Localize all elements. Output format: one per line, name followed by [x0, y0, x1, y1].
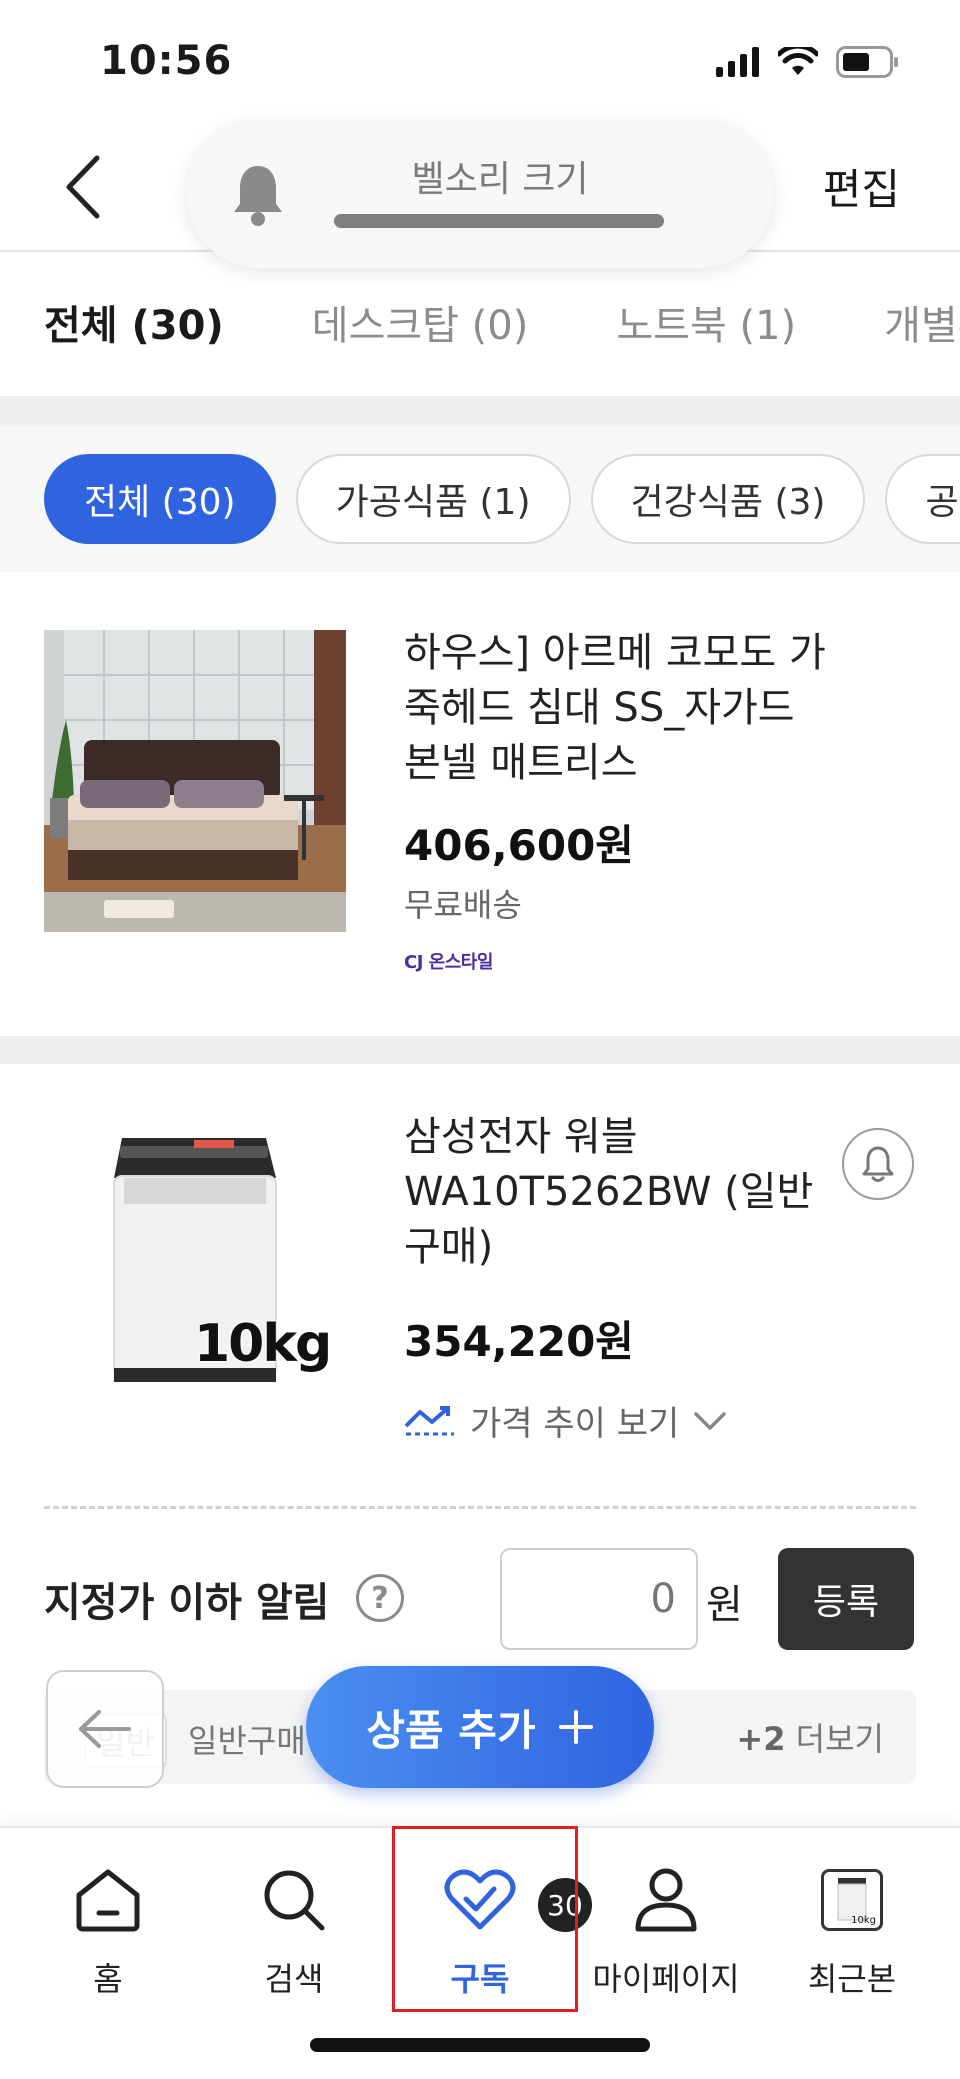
battery-icon — [836, 46, 898, 78]
shipping-info: 무료배송 — [404, 886, 522, 924]
tab-individual[interactable]: 개별부 — [884, 293, 960, 351]
seller-logo: CJ 온스타일 — [404, 952, 493, 973]
chip-health-food[interactable]: 건강식품 (3) — [590, 454, 866, 544]
product-card[interactable]: 하우스] 아르메 코모도 가죽헤드 침대 SS_자가드 본넬 매트리스 406,… — [0, 572, 960, 1036]
status-bar: 10:56 — [0, 0, 960, 120]
floating-back-button[interactable] — [46, 1670, 164, 1788]
status-time: 10:56 — [100, 38, 233, 84]
nav-recent-label: 최근본 — [807, 1960, 897, 1998]
ringer-volume-hud: 벨소리 크기 — [186, 120, 774, 268]
more-options-link[interactable]: +2 더보기 — [736, 1714, 884, 1760]
capacity-caption: 10kg — [194, 1314, 332, 1374]
nav-search[interactable]: 검색 — [204, 1848, 384, 2018]
nav-recent[interactable]: 10kg 최근본 — [762, 1848, 942, 2018]
nav-search-label: 검색 — [264, 1960, 324, 1998]
chevron-down-icon — [694, 1411, 727, 1430]
home-indicator[interactable] — [310, 2038, 650, 2052]
back-button[interactable] — [48, 144, 118, 230]
edit-button[interactable]: 편집 — [823, 156, 900, 217]
chip-all[interactable]: 전체 (30) — [44, 454, 276, 544]
more-count: +2 — [736, 1720, 786, 1758]
product-image[interactable] — [44, 630, 346, 932]
add-product-button[interactable]: 상품 추가 — [306, 1666, 654, 1788]
price-trend-icon — [404, 1405, 454, 1435]
chevron-left-icon — [66, 155, 100, 219]
chip-processed-food[interactable]: 가공식품 (1) — [295, 454, 571, 544]
bell-icon — [862, 1146, 894, 1182]
person-icon — [635, 1868, 697, 1932]
section-divider — [0, 1036, 960, 1064]
filter-chips: 전체 (30) 가공식품 (1) 건강식품 (3) 공유 — [0, 426, 960, 572]
more-label: 더보기 — [795, 1720, 884, 1758]
add-product-label: 상품 추가 — [366, 1705, 536, 1755]
nav-mypage-label: 마이페이지 — [592, 1960, 740, 1998]
recent-product-icon: 10kg — [821, 1869, 883, 1931]
plus-icon — [558, 1710, 593, 1744]
tab-desktop[interactable]: 데스크탑 (0) — [312, 293, 529, 351]
nav-home[interactable]: 홈 — [18, 1848, 198, 2018]
section-divider — [0, 396, 960, 426]
arrow-left-icon — [79, 1710, 131, 1748]
search-icon — [264, 1870, 325, 1931]
ringer-volume-bar — [334, 214, 664, 228]
option-text: 일반구매 — [188, 1722, 306, 1760]
nav-home-label: 홈 — [93, 1960, 123, 1998]
header: 편집 벨소리 크기 — [0, 120, 960, 268]
nav-mypage[interactable]: 마이페이지 — [576, 1848, 756, 2018]
home-icon — [76, 1869, 140, 1932]
bed-image — [44, 630, 346, 932]
product-price: 406,600원 — [404, 821, 634, 870]
product-title[interactable]: 하우스] 아르메 코모도 가죽헤드 침대 SS_자가드 본넬 매트리스 — [404, 626, 844, 791]
ringer-volume-label: 벨소리 크기 — [411, 159, 589, 200]
price-trend-label: 가격 추이 보기 — [470, 1404, 680, 1444]
chip-more[interactable]: 공유 — [885, 454, 960, 544]
help-icon[interactable]: ? — [356, 1574, 404, 1622]
currency-unit: 원 — [706, 1582, 743, 1628]
tab-notebook[interactable]: 노트북 (1) — [616, 293, 796, 351]
selection-highlight — [392, 1826, 578, 2012]
recent-thumb-caption: 10kg — [851, 1915, 876, 1926]
dashed-divider — [44, 1506, 916, 1509]
target-price-input[interactable] — [500, 1548, 698, 1650]
wifi-icon — [778, 47, 818, 75]
cellular-signal-icon — [716, 47, 759, 77]
product-image[interactable]: 10kg — [44, 1118, 346, 1420]
price-alert-button[interactable] — [842, 1128, 914, 1200]
price-trend-toggle[interactable]: 가격 추이 보기 — [404, 1396, 727, 1445]
tab-all[interactable]: 전체 (30) — [44, 293, 224, 351]
status-icons — [716, 46, 900, 78]
target-price-alert: 지정가 이하 알림 ? 원 등록 — [0, 1548, 960, 1652]
category-tabs: 전체 (30) 데스크탑 (0) 노트북 (1) 개별부 — [0, 252, 960, 392]
target-price-alert-label: 지정가 이하 알림 — [44, 1580, 330, 1626]
product-price: 354,220원 — [404, 1317, 634, 1366]
product-title[interactable]: 삼성전자 워블 WA10T5262BW (일반구매) — [404, 1110, 844, 1275]
register-button[interactable]: 등록 — [778, 1548, 914, 1650]
washer-image — [44, 1118, 346, 1420]
